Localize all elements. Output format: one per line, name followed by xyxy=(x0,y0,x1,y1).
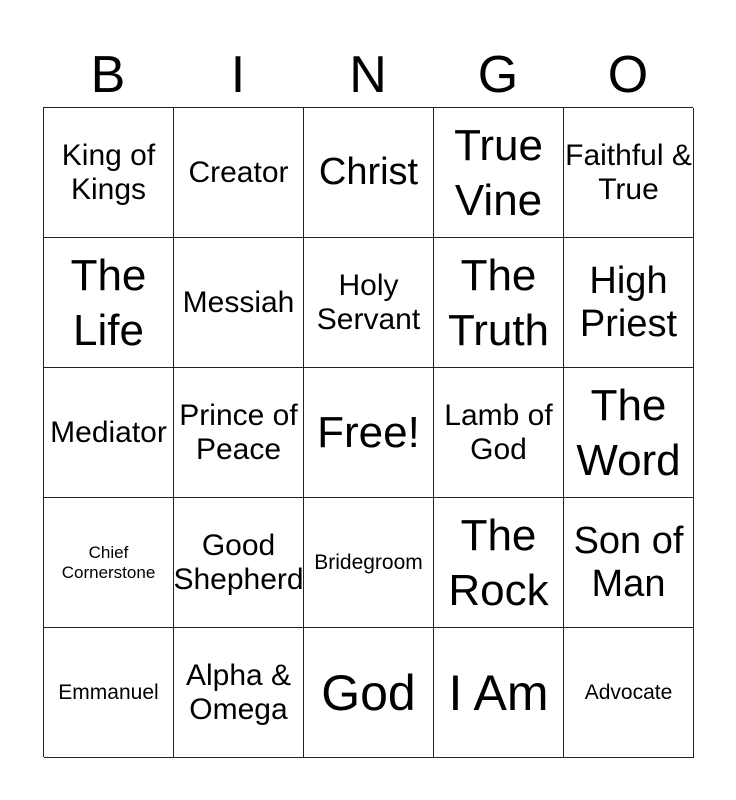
bingo-cell[interactable]: Lamb of God xyxy=(434,368,564,498)
bingo-cell-label: I Am xyxy=(448,664,549,721)
bingo-cell-label: Holy Servant xyxy=(316,268,421,336)
bingo-cell-label: The Life xyxy=(70,250,147,355)
bingo-cell-label: Mediator xyxy=(50,415,167,449)
bingo-cell-label: Son of Man xyxy=(573,519,684,605)
bingo-cell[interactable]: Bridegroom xyxy=(304,498,434,628)
bingo-cell[interactable]: The Rock xyxy=(434,498,564,628)
bingo-cell[interactable]: Free! xyxy=(304,368,434,498)
bingo-cell-label: God xyxy=(321,664,416,721)
bingo-cell[interactable]: Advocate xyxy=(564,628,694,758)
header-letter-b: B xyxy=(90,46,126,104)
bingo-cell[interactable]: Chief Cornerstone xyxy=(44,498,174,628)
bingo-cell-label: True Vine xyxy=(454,120,543,225)
bingo-cell-label: Lamb of God xyxy=(444,398,553,466)
bingo-cell[interactable]: High Priest xyxy=(564,238,694,368)
bingo-cell-label: Free! xyxy=(317,408,420,457)
bingo-cell[interactable]: Faithful & True xyxy=(564,108,694,238)
bingo-cell[interactable]: I Am xyxy=(434,628,564,758)
bingo-cell-label: King of Kings xyxy=(61,138,156,206)
bingo-cell-label: The Truth xyxy=(447,250,550,355)
bingo-cell[interactable]: True Vine xyxy=(434,108,564,238)
bingo-cell-label: Alpha & Omega xyxy=(185,658,292,726)
bingo-card-grid: King of Kings Creator Christ True Vine Faith… xyxy=(43,107,694,758)
bingo-cell[interactable]: Prince of Peace xyxy=(174,368,304,498)
bingo-cell[interactable]: The Word xyxy=(564,368,694,498)
header-letter-i: I xyxy=(230,46,246,104)
header-letter-n: N xyxy=(349,46,387,104)
bingo-cell[interactable]: Mediator xyxy=(44,368,174,498)
bingo-cell[interactable]: The Life xyxy=(44,238,174,368)
bingo-cell[interactable]: Creator xyxy=(174,108,304,238)
bingo-cell[interactable]: King of Kings xyxy=(44,108,174,238)
bingo-cell-label: High Priest xyxy=(579,259,678,345)
header-letter-g: G xyxy=(477,46,519,104)
bingo-cell[interactable]: God xyxy=(304,628,434,758)
bingo-cell[interactable]: Christ xyxy=(304,108,434,238)
bingo-cell-label: Chief Cornerstone xyxy=(61,543,156,582)
bingo-cell-label: Faithful & True xyxy=(565,138,692,206)
bingo-cell-label: Creator xyxy=(188,155,289,189)
bingo-cell-label: Advocate xyxy=(584,680,673,704)
bingo-cell[interactable]: Emmanuel xyxy=(44,628,174,758)
bingo-cell-label: Prince of Peace xyxy=(179,398,298,466)
header-letter-o: O xyxy=(607,46,649,104)
bingo-cell[interactable]: Good Shepherd xyxy=(173,498,304,628)
bingo-cell[interactable]: Holy Servant xyxy=(304,238,434,368)
bingo-cell[interactable]: Messiah xyxy=(174,238,304,368)
bingo-cell-label: Good Shepherd xyxy=(173,528,304,596)
bingo-header: B I N G O xyxy=(43,44,693,106)
bingo-cell[interactable]: Alpha & Omega xyxy=(174,628,304,758)
bingo-cell-label: Emmanuel xyxy=(58,680,159,704)
bingo-cell-label: Bridegroom xyxy=(314,550,423,574)
bingo-cell-label: Christ xyxy=(318,151,419,194)
bingo-cell-label: Messiah xyxy=(182,285,295,319)
bingo-cell-label: The Rock xyxy=(448,510,549,615)
bingo-cell[interactable]: The Truth xyxy=(434,238,564,368)
bingo-cell[interactable]: Son of Man xyxy=(564,498,694,628)
bingo-cell-label: The Word xyxy=(576,380,681,485)
